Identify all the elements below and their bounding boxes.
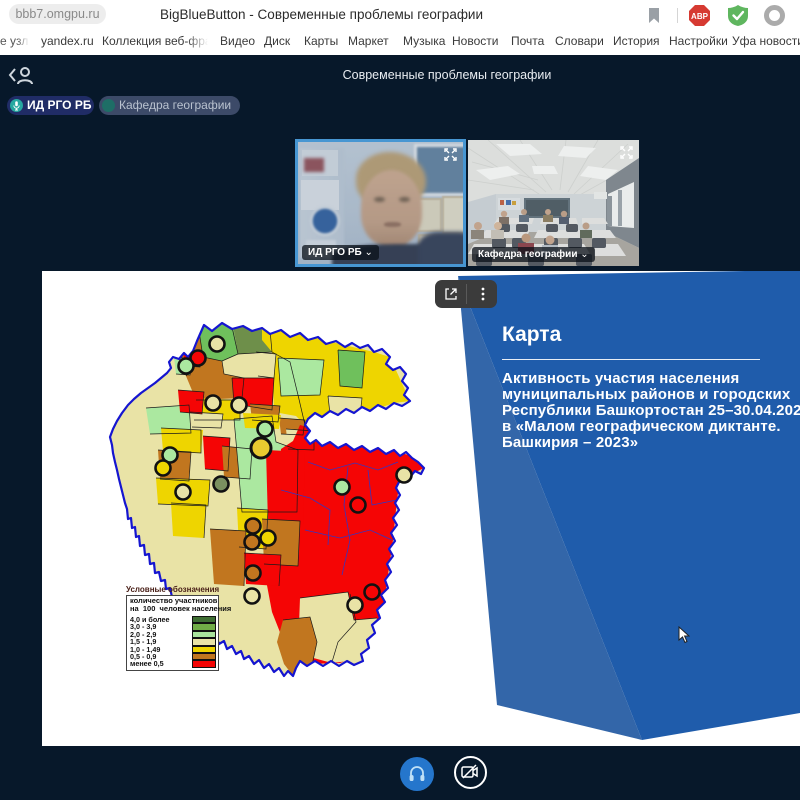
svg-text:ABP: ABP	[691, 12, 709, 21]
